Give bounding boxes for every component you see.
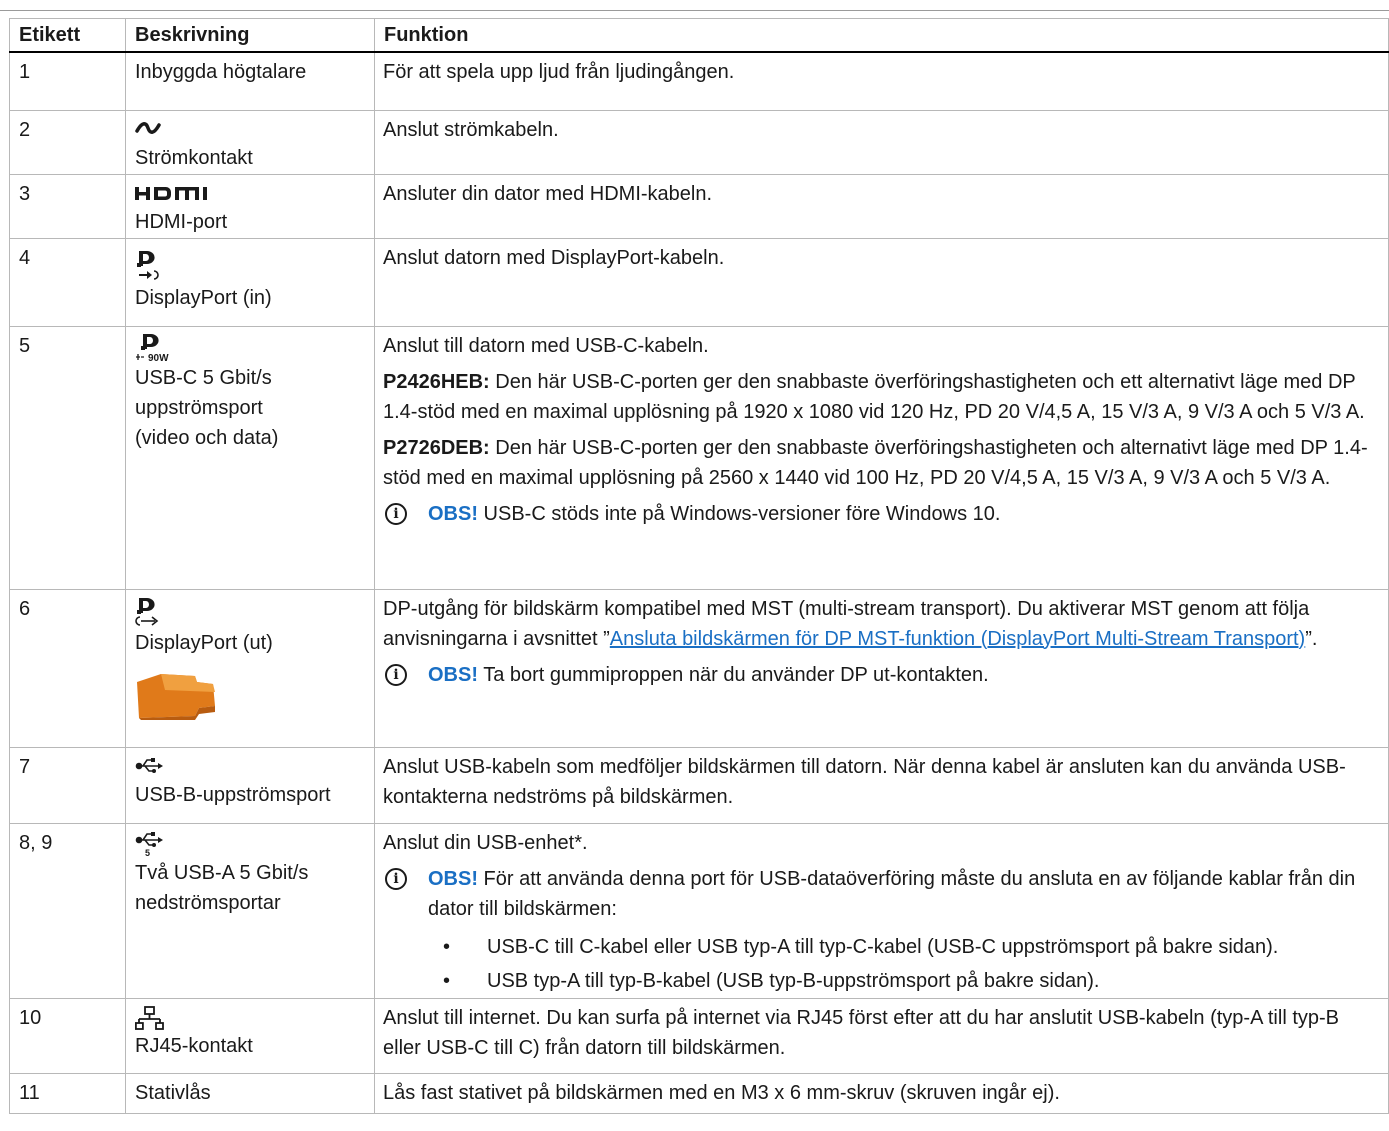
mst-section-link[interactable]: Ansluta bildskärmen för DP MST-funktion … [610, 628, 1305, 650]
table-row: 2 Strömkontakt Anslut strömkabeln. [9, 109, 1389, 175]
function-cell: För att spela upp ljud från ljudingången… [374, 51, 1389, 111]
table-row: 8, 9 5 Två USB-A 5 Gbit/s nedströmsporta… [9, 822, 1389, 999]
label-cell: 3 [9, 173, 126, 239]
function-cell: Anslut datorn med DisplayPort-kabeln. [374, 237, 1389, 327]
description-cell: DisplayPort (in) [125, 237, 375, 327]
description-text: USB-B-uppströmsport [135, 783, 331, 806]
note: i OBS! Ta bort gummiproppen när du använd… [383, 660, 1382, 690]
bullet-list: USB-C till C-kabel eller USB typ-A till … [383, 932, 1382, 996]
info-icon: i [385, 502, 407, 525]
note-label: OBS! [428, 502, 478, 525]
function-text-post: ”. [1305, 627, 1318, 650]
description-cell: Stativlås [125, 1072, 375, 1114]
description-line-2: uppströmsport [135, 396, 263, 419]
table-row: 6 DisplayPort (ut) DP-utgång för bildskä… [9, 588, 1389, 748]
list-item: USB typ-A till typ-B-kabel (USB typ-B-up… [383, 966, 1382, 996]
table-row: 3 HDMI-port Ansluter din dator med HDMI-… [9, 173, 1389, 239]
description-cell: Inbyggda högtalare [125, 51, 375, 111]
ports-table: Etikett Beskrivning Funktion 1 Inbyggda … [9, 18, 1389, 1114]
note-text: USB-C stöds inte på Windows-versioner fö… [478, 502, 1001, 525]
table-row: 5 90W USB-C 5 Gbit/s uppströmsport (vide… [9, 325, 1389, 590]
usb-icon [135, 757, 163, 773]
model-paragraph-2: P2726DEB: Den här USB-C-porten ger den s… [383, 433, 1382, 493]
icon-5-text: 5 [145, 848, 150, 858]
model-description: Den här USB-C-porten ger den snabbaste ö… [383, 436, 1368, 489]
usb-5gbps-icon: 5 [135, 831, 163, 858]
function-cell: DP-utgång för bildskärm kompatibel med M… [374, 588, 1389, 748]
model-paragraph-1: P2426HEB: Den här USB-C-porten ger den s… [383, 367, 1382, 427]
description-text: RJ45-kontakt [135, 1034, 253, 1057]
model-name: P2726DEB: [383, 436, 490, 459]
model-description: Den här USB-C-porten ger den snabbaste ö… [383, 370, 1365, 423]
note-text: Ta bort gummiproppen när du använder DP … [478, 663, 989, 686]
table-header-row: Etikett Beskrivning Funktion [9, 18, 1389, 53]
function-cell: Ansluter din dator med HDMI-kabeln. [374, 173, 1389, 239]
description-text: Strömkontakt [135, 146, 253, 169]
icon-90w-text: 90W [148, 353, 169, 363]
function-cell: Anslut till datorn med USB-C-kabeln. P24… [374, 325, 1389, 590]
hdmi-logo-icon [135, 186, 207, 200]
function-text: Anslut din USB-enhet*. [383, 831, 588, 854]
note-label: OBS! [428, 867, 478, 890]
table-row: 7 USB-B-uppströmsport Anslut USB-kabeln … [9, 746, 1389, 824]
description-text: HDMI-port [135, 210, 228, 233]
label-cell: 1 [9, 51, 126, 111]
description-line-1: USB-C 5 Gbit/s [135, 366, 272, 389]
header-beskrivning: Beskrivning [125, 18, 375, 53]
displayport-usbc-90w-icon: 90W [136, 333, 169, 363]
label-cell: 10 [9, 997, 126, 1074]
label-cell: 2 [9, 109, 126, 175]
function-cell: Lås fast stativet på bildskärmen med en … [374, 1072, 1389, 1114]
displayport-out-icon [135, 597, 159, 626]
header-etikett: Etikett [9, 18, 126, 53]
power-tilde-icon [135, 121, 161, 134]
description-line-3: (video och data) [135, 426, 279, 449]
description-cell: 5 Två USB-A 5 Gbit/s nedströmsportar [125, 822, 375, 999]
note: i OBS! USB-C stöds inte på Windows-versio… [383, 499, 1382, 529]
description-cell: HDMI-port [125, 173, 375, 239]
note-text: För att använda denna port för USB-dataö… [428, 867, 1356, 920]
model-name: P2426HEB: [383, 370, 490, 393]
description-cell: 90W USB-C 5 Gbit/s uppströmsport (video … [125, 325, 375, 590]
displayport-in-icon [137, 250, 159, 280]
description-line-1: Två USB-A 5 Gbit/s [135, 861, 309, 884]
header-funktion: Funktion [374, 18, 1389, 53]
label-cell: 6 [9, 588, 126, 748]
label-cell: 8, 9 [9, 822, 126, 999]
label-cell: 11 [9, 1072, 126, 1114]
function-cell: Anslut till internet. Du kan surfa på in… [374, 997, 1389, 1074]
description-text: DisplayPort (in) [135, 286, 272, 309]
description-cell: Strömkontakt [125, 109, 375, 175]
label-cell: 7 [9, 746, 126, 824]
info-icon: i [385, 867, 407, 890]
list-item: USB-C till C-kabel eller USB typ-A till … [383, 932, 1382, 962]
table-row: 1 Inbyggda högtalare För att spela upp l… [9, 51, 1389, 111]
note: i OBS! För att använda denna port för USB… [383, 864, 1382, 924]
note-label: OBS! [428, 663, 478, 686]
info-icon: i [385, 663, 407, 686]
label-cell: 4 [9, 237, 126, 327]
description-cell: USB-B-uppströmsport [125, 746, 375, 824]
table-row: 11 Stativlås Lås fast stativet på bildsk… [9, 1072, 1389, 1114]
function-cell: Anslut din USB-enhet*. i OBS! För att anv… [374, 822, 1389, 999]
function-cell: Anslut strömkabeln. [374, 109, 1389, 175]
table-row: 10 RJ45-kontakt Anslut till internet. Du… [9, 997, 1389, 1074]
function-cell: Anslut USB-kabeln som medföljer bildskär… [374, 746, 1389, 824]
description-text: DisplayPort (ut) [135, 631, 273, 654]
label-cell: 5 [9, 325, 126, 590]
function-text: DP-utgång för bildskärm kompatibel med M… [383, 594, 1382, 654]
function-text: Anslut till datorn med USB-C-kabeln. [383, 334, 709, 357]
description-cell: RJ45-kontakt [125, 997, 375, 1074]
top-rule [0, 10, 1389, 11]
description-line-2: nedströmsportar [135, 891, 281, 914]
rubber-plug-image [137, 673, 215, 720]
network-rj45-icon [135, 1005, 164, 1030]
table-row: 4 DisplayPort (in) Anslut datorn med Dis… [9, 237, 1389, 327]
description-cell: DisplayPort (ut) [125, 588, 375, 748]
